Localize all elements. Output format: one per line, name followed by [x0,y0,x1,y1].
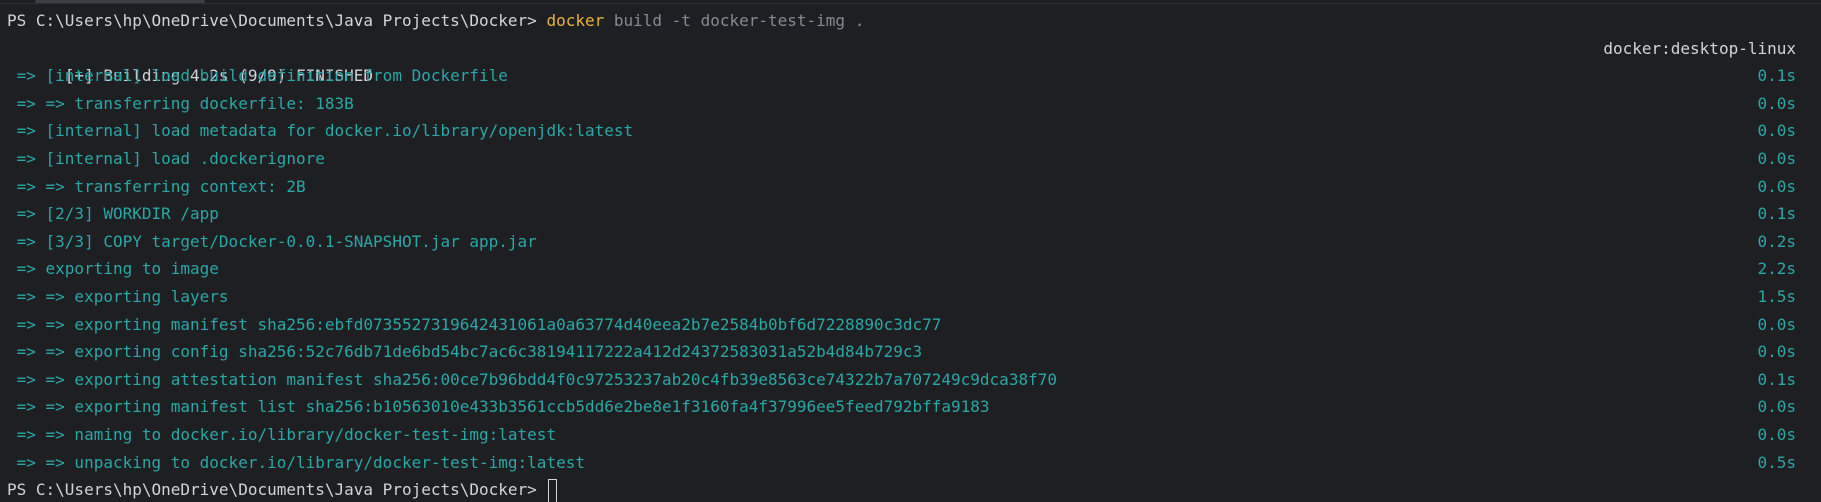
build-context: docker:desktop-linux [1603,38,1796,58]
build-step-line: => => transferring dockerfile: 183B 0.0s [7,90,1796,118]
build-step-time: 0.1s [1757,369,1796,389]
prompt-text: PS C:\Users\hp\OneDrive\Documents\Java P… [7,11,547,30]
build-step-text: => => transferring dockerfile: 183B [7,93,354,113]
build-step-time: 0.0s [1757,397,1796,417]
build-step-time: 1.5s [1757,286,1796,306]
text-cursor[interactable] [548,478,558,502]
build-step-line: => [3/3] COPY target/Docker-0.0.1-SNAPSH… [7,228,1796,256]
build-step-line: => => transferring context: 2B 0.0s [7,173,1796,201]
build-step-line: => [internal] load metadata for docker.i… [7,117,1796,145]
command-args: build -t docker-test-img . [604,11,865,30]
build-step-text: => exporting to image [7,259,219,279]
build-step-text: => => naming to docker.io/library/docker… [7,424,557,444]
build-step-time: 0.1s [1757,66,1796,86]
build-step-text: => [3/3] COPY target/Docker-0.0.1-SNAPSH… [7,231,537,251]
build-step-line: => => exporting manifest list sha256:b10… [7,393,1796,421]
build-step-line: => => exporting layers 1.5s [7,283,1796,311]
terminal-output: PS C:\Users\hp\OneDrive\Documents\Java P… [7,7,1796,502]
build-step-text: => => exporting config sha256:52c76db71d… [7,342,923,362]
build-step-time: 0.1s [1757,204,1796,224]
build-step-text: => => exporting manifest list sha256:b10… [7,397,990,417]
build-step-line: => => exporting attestation manifest sha… [7,366,1796,394]
build-step-time: 0.0s [1757,176,1796,196]
build-step-text: => [internal] load .dockerignore [7,148,325,168]
build-step-line: => => naming to docker.io/library/docker… [7,421,1796,449]
build-step-time: 2.2s [1757,259,1796,279]
build-step-line: => => exporting manifest sha256:ebfd0735… [7,311,1796,339]
terminal-window[interactable]: PS C:\Users\hp\OneDrive\Documents\Java P… [0,0,1821,502]
build-step-time: 0.0s [1757,121,1796,141]
build-step-line: => => unpacking to docker.io/library/doc… [7,449,1796,477]
build-step-time: 0.0s [1757,148,1796,168]
build-steps: => [internal] load build definition from… [7,62,1796,476]
build-step-text: => => transferring context: 2B [7,176,306,196]
build-step-line: => [internal] load build definition from… [7,62,1796,90]
final-prompt-line[interactable]: PS C:\Users\hp\OneDrive\Documents\Java P… [7,476,1796,502]
build-step-text: => => unpacking to docker.io/library/doc… [7,452,585,472]
build-step-text: => => exporting attestation manifest sha… [7,369,1057,389]
prompt-text: PS C:\Users\hp\OneDrive\Documents\Java P… [7,480,547,500]
build-step-line: => => exporting config sha256:52c76db71d… [7,338,1796,366]
build-step-line: => [2/3] WORKDIR /app 0.1s [7,200,1796,228]
build-step-text: => [internal] load build definition from… [7,66,508,86]
build-header-line: [+] Building 4.2s (9/9) FINISHED docker:… [7,35,1796,86]
build-step-line: => exporting to image 2.2s [7,255,1796,283]
build-step-time: 0.0s [1757,314,1796,334]
build-step-time: 0.0s [1757,424,1796,444]
command-line: PS C:\Users\hp\OneDrive\Documents\Java P… [7,7,1796,35]
build-step-line: => [internal] load .dockerignore 0.0s [7,145,1796,173]
build-step-text: => [internal] load metadata for docker.i… [7,121,634,141]
build-step-text: => => exporting manifest sha256:ebfd0735… [7,314,942,334]
build-step-text: => => exporting layers [7,286,229,306]
build-step-time: 0.0s [1757,342,1796,362]
build-step-time: 0.5s [1757,452,1796,472]
command-name: docker [546,11,605,30]
build-step-time: 0.0s [1757,93,1796,113]
top-divider [0,3,1821,4]
build-step-time: 0.2s [1757,231,1796,251]
build-step-text: => [2/3] WORKDIR /app [7,204,219,224]
